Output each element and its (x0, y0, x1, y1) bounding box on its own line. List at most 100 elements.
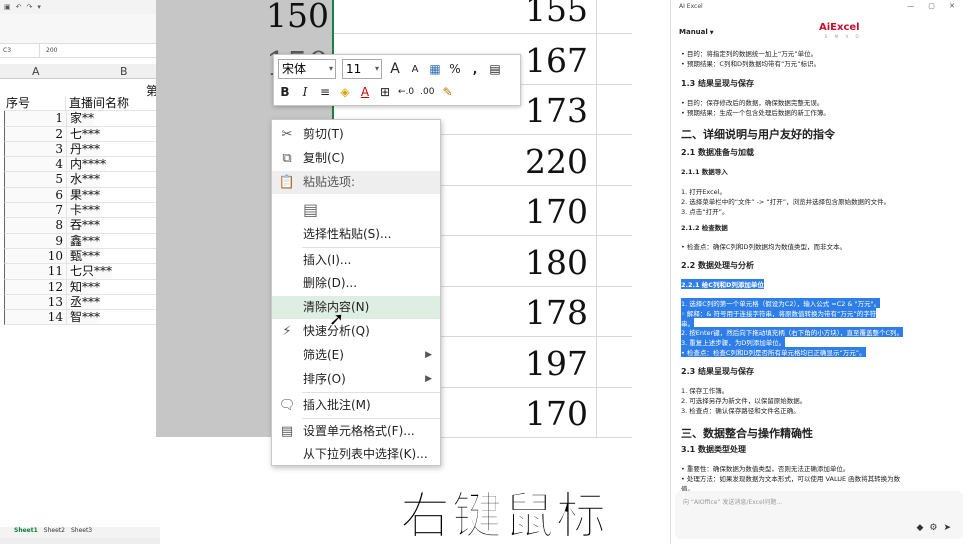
value-cell[interactable]: 155 (334, 0, 632, 34)
paste-clipboard-icon[interactable]: ▤ (303, 200, 323, 222)
cell-seq[interactable]: 3 (5, 141, 67, 157)
bold-button[interactable]: B (278, 85, 292, 99)
increase-decimal-icon[interactable]: ←.0 (398, 87, 414, 97)
cell-name[interactable]: 七只*** (67, 264, 113, 279)
cell-seq[interactable]: 2 (5, 126, 67, 141)
chat-input-placeholder: 向 “AIOffice” 发送消息/Excel问题... (683, 499, 783, 506)
save-icon[interactable]: ▣ (4, 3, 11, 11)
sheet-tab[interactable]: Sheet3 (71, 527, 92, 538)
column-header-a[interactable]: A (32, 64, 40, 79)
cell-name[interactable]: 卡*** (67, 203, 101, 218)
grow-font-button[interactable]: A (388, 61, 402, 77)
sheet-tab[interactable]: Sheet1 (14, 527, 38, 538)
settings-icon[interactable]: ⚙ (929, 523, 943, 533)
formula-input[interactable]: 200 (40, 47, 57, 54)
decrease-decimal-icon[interactable]: .00 (420, 87, 434, 97)
cell-seq[interactable]: 7 (5, 203, 67, 218)
cell-name[interactable]: 知*** (67, 279, 101, 294)
menu-section-label: 粘贴选项: (303, 175, 356, 189)
undo-icon[interactable]: ↶ (16, 3, 22, 11)
cell-value[interactable]: 150 (266, 0, 329, 35)
chevron-down-icon: ▾ (374, 64, 379, 73)
comma-style-button[interactable]: , (468, 62, 482, 76)
chevron-down-icon: ▼ (709, 30, 714, 36)
column-header-b[interactable]: B (120, 64, 128, 79)
italic-button[interactable]: I (298, 85, 312, 99)
menu-item-cut[interactable]: ✂ 剪切(T) (272, 123, 440, 146)
menu-item-paste-special[interactable]: 选择性粘贴(S)... (272, 223, 440, 246)
menu-item-sort[interactable]: 排序(O) ▶ (272, 368, 440, 391)
cell-seq[interactable]: 4 (5, 157, 67, 172)
menu-item-delete[interactable]: 删除(D)... (272, 272, 440, 295)
cell-name[interactable]: 丹*** (67, 141, 101, 157)
font-name-select[interactable]: 宋体 ▾ (278, 59, 336, 79)
cell-seq[interactable]: 6 (5, 187, 67, 203)
cell-name[interactable]: 鑫*** (67, 233, 101, 248)
borders-icon[interactable]: ⊞ (378, 85, 392, 99)
header-name[interactable]: 直播间名称 (66, 96, 129, 110)
response-heading: 2.1.1 数据导入 (681, 168, 728, 176)
font-color-button[interactable]: A (358, 85, 372, 99)
menu-item-quick-analysis[interactable]: ⚡ 快速分析(Q) (272, 320, 440, 343)
quick-access-toolbar: ▣ ↶ ↷ ▾ (0, 0, 160, 14)
menu-item-copy[interactable]: ⧉ 复制(C) (272, 147, 440, 170)
chat-response: • 目的：将指定列的数据统一加上“万元”单位。 • 预期结果：C列和D列数据均带有… (681, 44, 961, 492)
cell-seq[interactable]: 11 (5, 264, 67, 279)
response-line: • 预期结果：C列和D列数据均带有“万元”标识。 (681, 60, 821, 68)
cell-seq[interactable]: 1 (5, 111, 67, 126)
format-table-icon[interactable]: ▤ (488, 62, 502, 76)
cell-name[interactable]: 吞*** (67, 218, 101, 233)
cell-name[interactable]: 家** (67, 111, 95, 126)
fill-color-icon[interactable]: ◈ (338, 85, 352, 99)
cell-seq[interactable]: 9 (5, 233, 67, 248)
number-format-icon[interactable]: ▦ (428, 62, 442, 76)
font-size-select[interactable]: 11 ▾ (342, 59, 382, 79)
menu-item-clear-contents[interactable]: 清除内容(N) (272, 296, 440, 319)
cell-name[interactable]: 果*** (67, 187, 101, 203)
cell-value: 170 (525, 394, 588, 433)
redo-icon[interactable]: ↷ (27, 3, 33, 11)
menu-item-pick-from-list[interactable]: 从下拉列表中选择(K)... (272, 443, 440, 466)
cell-seq[interactable]: 13 (5, 294, 67, 310)
cell-value: 170 (525, 192, 588, 231)
cell-name[interactable]: 内**** (67, 157, 107, 172)
shrink-font-button[interactable]: A (408, 64, 422, 75)
send-icon[interactable]: ➤ (943, 523, 957, 533)
cell-value: 180 (525, 242, 588, 282)
cell-seq[interactable]: 12 (5, 279, 67, 294)
cell-seq[interactable]: 8 (5, 218, 67, 233)
cell-seq[interactable]: 10 (5, 248, 67, 264)
cell-seq[interactable]: 14 (5, 310, 67, 325)
menu-item-filter[interactable]: 筛选(E) ▶ (272, 344, 440, 367)
header-seq[interactable]: 序号 (4, 96, 66, 111)
customize-icon[interactable]: ▾ (37, 3, 41, 11)
format-painter-icon[interactable]: ✎ (440, 85, 454, 99)
screen: ▣ ↶ ↷ ▾ C3 200 A B 第 序号 直播间名称 1 家** 2 七*** 3… (0, 0, 967, 544)
menu-item-label: 选择性粘贴(S)... (303, 227, 392, 241)
percent-style-button[interactable]: % (448, 62, 462, 76)
mini-toolbar-row-2: B I ≡ ◈ A ⊞ ←.0 .00 ✎ (278, 81, 454, 103)
menu-item-label: 剪切(T) (303, 127, 344, 141)
chevron-down-icon: ▾ (328, 64, 333, 73)
window-controls[interactable]: — ▢ ✕ (907, 2, 961, 10)
name-box[interactable]: C3 (0, 44, 40, 57)
menu-item-label: 删除(D)... (303, 276, 358, 290)
mode-select[interactable]: Manual ▼ (679, 26, 719, 38)
cell-name[interactable]: 甄*** (67, 248, 101, 264)
format-cells-icon: ▤ (280, 424, 294, 439)
menu-item-insert[interactable]: 插入(I)... (272, 249, 440, 272)
sheet-tab[interactable]: Sheet2 (44, 527, 65, 538)
response-line: • 预期结果：生成一个包含处理后数据的新工作簿。 (681, 109, 830, 117)
table-row: 1 家** (4, 111, 160, 127)
cell-name[interactable]: 水*** (67, 172, 101, 187)
cell-name[interactable]: 丞*** (67, 294, 101, 310)
menu-item-format-cells[interactable]: ▤ 设置单元格格式(F)... (272, 420, 440, 443)
align-center-icon[interactable]: ≡ (318, 85, 332, 99)
attach-icon[interactable]: ◆ (916, 523, 929, 533)
menu-item-insert-comment[interactable]: 🗨 插入批注(M) (272, 394, 440, 417)
chat-input[interactable]: 向 “AIOffice” 发送消息/Excel问题... ◆⚙➤ (675, 491, 963, 539)
cell-seq[interactable]: 5 (5, 172, 67, 187)
cell-name[interactable]: 七*** (67, 126, 101, 141)
response-line: 2. 按Enter键，然后向下拖动填充柄（右下角的小方块），直至覆盖整个C列。 (681, 327, 904, 337)
cell-name[interactable]: 智*** (67, 310, 101, 325)
